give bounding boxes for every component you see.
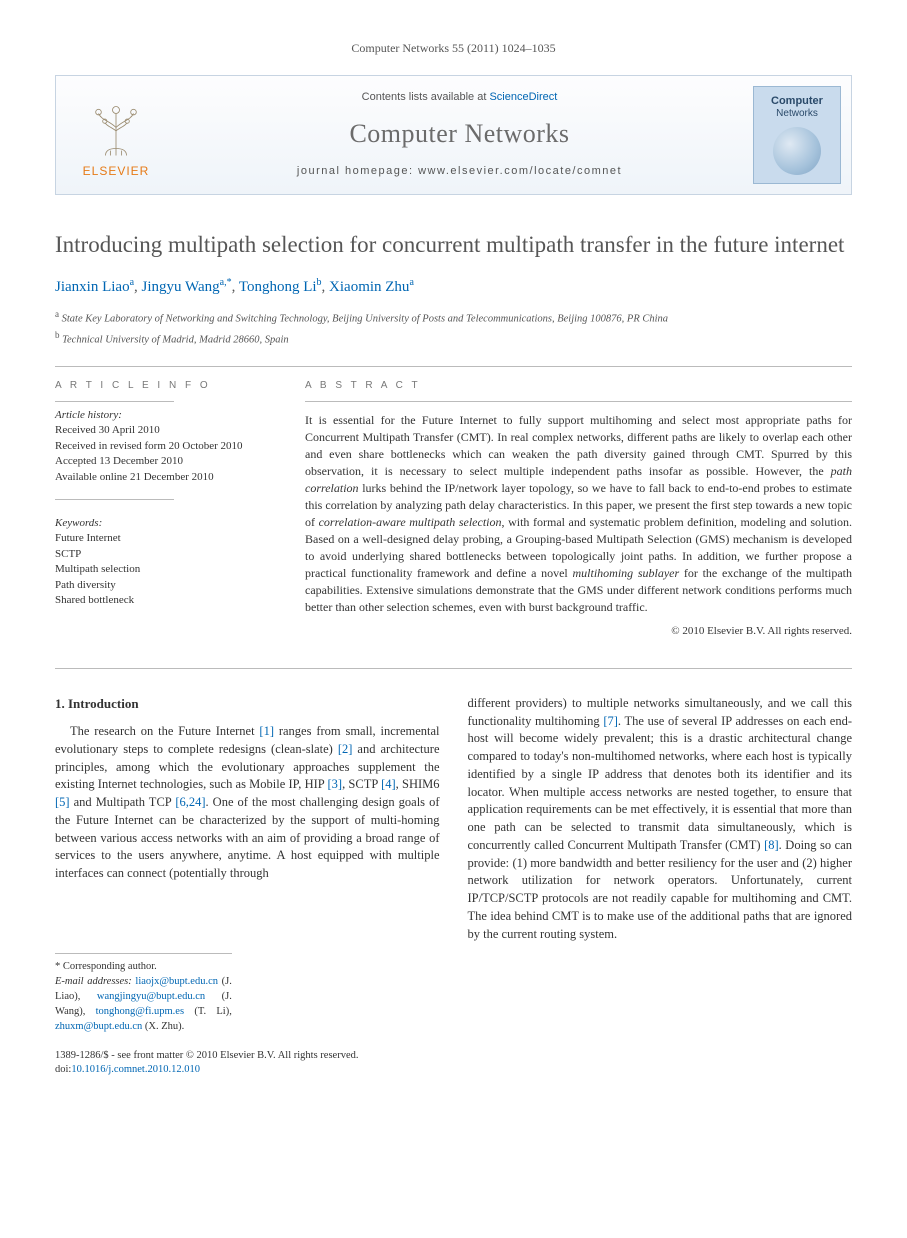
affiliation-a-text: State Key Laboratory of Networking and S… bbox=[62, 313, 668, 324]
emails-label: E-mail addresses: bbox=[55, 976, 132, 987]
keyword: SCTP bbox=[55, 547, 271, 562]
history-online: Available online 21 December 2010 bbox=[55, 470, 271, 485]
history-accepted: Accepted 13 December 2010 bbox=[55, 454, 271, 469]
history-head: Article history: bbox=[55, 408, 271, 423]
sciencedirect-link[interactable]: ScienceDirect bbox=[489, 91, 557, 103]
body-para-1: The research on the Future Internet [1] … bbox=[55, 723, 440, 883]
divider bbox=[55, 499, 174, 500]
front-matter-line: 1389-1286/$ - see front matter © 2010 El… bbox=[55, 1049, 852, 1064]
author-link[interactable]: Xiaomin Zhu bbox=[329, 279, 409, 295]
abstract-column: A B S T R A C T It is essential for the … bbox=[305, 379, 852, 640]
abstract-text: It is essential for the Future Internet … bbox=[305, 412, 852, 616]
divider bbox=[55, 668, 852, 669]
corresponding-note: * Corresponding author. bbox=[55, 960, 232, 975]
section-title-intro: 1. Introduction bbox=[55, 695, 440, 713]
author-aff-sup: a,* bbox=[220, 277, 232, 288]
info-abstract-row: A R T I C L E I N F O Article history: R… bbox=[55, 379, 852, 640]
keywords-head: Keywords: bbox=[55, 516, 271, 531]
article-info-head: A R T I C L E I N F O bbox=[55, 379, 271, 393]
body-para-2: different providers) to multiple network… bbox=[468, 695, 853, 944]
doi-label: doi: bbox=[55, 1064, 71, 1075]
journal-cover-thumb: Computer Networks bbox=[753, 86, 841, 184]
history-revised: Received in revised form 20 October 2010 bbox=[55, 439, 271, 454]
paper-title: Introducing multipath selection for conc… bbox=[55, 231, 852, 260]
journal-title: Computer Networks bbox=[349, 116, 569, 152]
author-aff-sup: a bbox=[130, 277, 134, 288]
contents-prefix: Contents lists available at bbox=[362, 91, 490, 103]
journal-reference: Computer Networks 55 (2011) 1024–1035 bbox=[55, 40, 852, 57]
keyword: Future Internet bbox=[55, 531, 271, 546]
homepage-url: www.elsevier.com/locate/comnet bbox=[418, 165, 622, 177]
journal-header: ELSEVIER Contents lists available at Sci… bbox=[55, 75, 852, 195]
author-list: Jianxin Liaoa, Jingyu Wanga,*, Tonghong … bbox=[55, 276, 852, 298]
cover-label-2: Networks bbox=[776, 107, 818, 121]
article-info-column: A R T I C L E I N F O Article history: R… bbox=[55, 379, 271, 640]
author-aff-sup: a bbox=[409, 277, 413, 288]
affiliation-b-text: Technical University of Madrid, Madrid 2… bbox=[62, 334, 289, 345]
author-aff-sup: b bbox=[317, 277, 322, 288]
divider bbox=[305, 401, 852, 402]
contents-line: Contents lists available at ScienceDirec… bbox=[362, 90, 558, 105]
publisher-logo-cell: ELSEVIER bbox=[56, 76, 176, 194]
affiliation-b: b Technical University of Madrid, Madrid… bbox=[55, 329, 852, 348]
history-received: Received 30 April 2010 bbox=[55, 423, 271, 438]
doi-link[interactable]: 10.1016/j.comnet.2010.12.010 bbox=[71, 1064, 200, 1075]
footnotes: * Corresponding author. E-mail addresses… bbox=[55, 953, 232, 1035]
author-link[interactable]: Jianxin Liao bbox=[55, 279, 130, 295]
doi-block: 1389-1286/$ - see front matter © 2010 El… bbox=[55, 1049, 852, 1078]
cover-label-1: Computer bbox=[771, 87, 823, 107]
keyword: Path diversity bbox=[55, 578, 271, 593]
divider bbox=[55, 366, 852, 367]
abstract-copyright: © 2010 Elsevier B.V. All rights reserved… bbox=[305, 624, 852, 639]
homepage-line: journal homepage: www.elsevier.com/locat… bbox=[297, 164, 622, 179]
publisher-name: ELSEVIER bbox=[83, 163, 150, 180]
affiliation-a: a State Key Laboratory of Networking and… bbox=[55, 308, 852, 327]
elsevier-tree-icon bbox=[81, 89, 151, 159]
globe-icon bbox=[773, 127, 821, 175]
emails-line: E-mail addresses: liaojx@bupt.edu.cn (J.… bbox=[55, 975, 232, 1035]
author-link[interactable]: Jingyu Wang bbox=[142, 279, 220, 295]
homepage-prefix: journal homepage: bbox=[297, 165, 418, 177]
keyword: Shared bottleneck bbox=[55, 593, 271, 608]
header-center: Contents lists available at ScienceDirec… bbox=[176, 76, 743, 194]
body-columns: 1. Introduction The research on the Futu… bbox=[55, 695, 852, 1035]
abstract-head: A B S T R A C T bbox=[305, 379, 852, 393]
author-link[interactable]: Tonghong Li bbox=[239, 279, 317, 295]
divider bbox=[55, 401, 174, 402]
keyword: Multipath selection bbox=[55, 562, 271, 577]
